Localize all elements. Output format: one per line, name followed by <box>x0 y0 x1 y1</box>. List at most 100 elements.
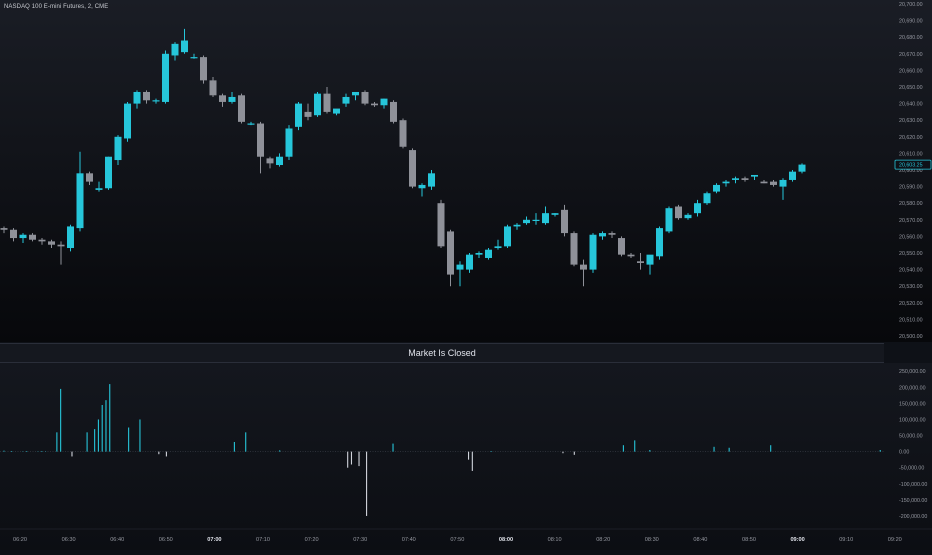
candle-body <box>171 43 179 56</box>
candle-body <box>190 57 198 59</box>
candle-body <box>599 233 606 237</box>
candle-body <box>684 214 692 219</box>
time-tick-label: 08:10 <box>548 537 562 543</box>
time-tick-label: 09:00 <box>790 537 804 543</box>
time-tick-label: 08:50 <box>742 537 756 543</box>
candle-body <box>266 158 274 164</box>
candle-body <box>333 108 340 114</box>
candle-body <box>143 91 150 101</box>
candle-body <box>19 234 27 239</box>
volume-tick-label: 200,000.00 <box>899 385 926 391</box>
candle-body <box>276 156 283 166</box>
candle-body <box>133 91 141 104</box>
candle-body <box>95 188 103 190</box>
volume-tick-label: 100,000.00 <box>899 417 926 423</box>
price-tick-label: 20,700.00 <box>899 2 923 8</box>
last-price-tag-label: 20,603.25 <box>899 163 923 169</box>
time-tick-label: 06:40 <box>110 537 124 543</box>
candle-body <box>779 179 787 187</box>
candle-body <box>627 254 635 257</box>
candle-body <box>637 261 644 263</box>
time-tick-label: 08:30 <box>645 537 659 543</box>
price-tick-label: 20,570.00 <box>899 218 923 224</box>
candle-body <box>76 173 84 229</box>
candle-body <box>295 103 302 127</box>
candle-body <box>675 206 682 219</box>
candle-body <box>181 40 188 53</box>
price-tick-label: 20,510.00 <box>899 317 923 323</box>
candle-body <box>86 173 93 182</box>
candle-body <box>323 93 331 112</box>
chart-canvas[interactable]: 20,500.00 20,510.00 20,520.00 20,530.00 20,5… <box>0 0 932 550</box>
candle-body <box>10 229 17 239</box>
candle-body <box>124 103 131 139</box>
price-tick-label: 20,640.00 <box>899 102 923 108</box>
candle-body <box>209 80 217 96</box>
volume-tick-label: -150,000.00 <box>899 498 927 504</box>
candle-body <box>551 213 559 215</box>
time-tick-label: 08:00 <box>499 537 513 543</box>
candle-body <box>380 98 388 106</box>
price-tick-label: 20,550.00 <box>899 251 923 257</box>
candle-body <box>162 53 169 102</box>
candle-body <box>656 228 663 257</box>
volume-tick-label: -50,000.00 <box>899 466 924 472</box>
candle-body <box>219 95 226 102</box>
candle-body <box>114 136 122 161</box>
candle-body <box>542 213 549 224</box>
candle-body <box>0 228 8 230</box>
price-tick-label: 20,670.00 <box>899 52 923 58</box>
price-tick-label: 20,580.00 <box>899 201 923 207</box>
candle-body <box>48 241 55 245</box>
time-tick-label: 06:30 <box>62 537 76 543</box>
time-tick-label: 07:50 <box>450 537 464 543</box>
price-tick-label: 20,540.00 <box>899 268 923 274</box>
last-price-marker: 20,603.25 <box>894 159 932 170</box>
time-tick-label: 08:20 <box>596 537 610 543</box>
time-tick-label: 09:10 <box>839 537 853 543</box>
candle-body <box>618 238 625 255</box>
candle-body <box>38 239 46 242</box>
candle-body <box>447 231 454 275</box>
price-axis[interactable]: 20,500.00 20,510.00 20,520.00 20,530.00 20,5… <box>899 2 923 340</box>
candle-body <box>589 234 597 270</box>
candle-body <box>29 234 36 240</box>
candle-body <box>418 184 426 189</box>
candle-body <box>342 96 350 104</box>
price-tick-label: 20,680.00 <box>899 35 923 41</box>
candle-body <box>713 184 720 192</box>
candle-body <box>409 150 416 187</box>
candle-body <box>694 203 701 214</box>
candle-body <box>390 101 397 122</box>
candle-body <box>741 178 749 180</box>
candle-body <box>105 156 112 189</box>
time-tick-label: 08:40 <box>693 537 707 543</box>
time-tick-label: 07:00 <box>207 537 221 543</box>
candle-body <box>200 57 207 81</box>
candle-body <box>732 178 739 180</box>
chart-root: 20,500.00 20,510.00 20,520.00 20,530.00 20,5… <box>0 0 932 550</box>
volume-tick-label: 150,000.00 <box>899 401 926 407</box>
candle-body <box>247 123 255 125</box>
candle-body <box>228 96 236 102</box>
candle-body <box>513 224 521 227</box>
candle-body <box>798 164 806 172</box>
candle-body <box>494 246 502 249</box>
candle-body <box>257 123 264 157</box>
candle-body <box>760 181 768 184</box>
candle-body <box>238 95 245 122</box>
price-tick-label: 20,590.00 <box>899 185 923 191</box>
price-tick-label: 20,530.00 <box>899 284 923 290</box>
time-tick-label: 06:20 <box>13 537 27 543</box>
time-tick-label: 07:30 <box>353 537 367 543</box>
candle-body <box>751 174 758 177</box>
symbol-title[interactable]: NASDAQ 100 E-mini Futures, 2, CME <box>4 4 108 10</box>
volume-tick-label: -200,000.00 <box>899 514 927 520</box>
candle-body <box>361 91 369 104</box>
volume-tick-label: 50,000.00 <box>899 434 923 440</box>
candle-body <box>770 181 777 185</box>
candle-body <box>352 91 359 96</box>
time-tick-label: 07:20 <box>305 537 319 543</box>
candle-body <box>703 193 711 204</box>
candle-body <box>304 111 312 117</box>
